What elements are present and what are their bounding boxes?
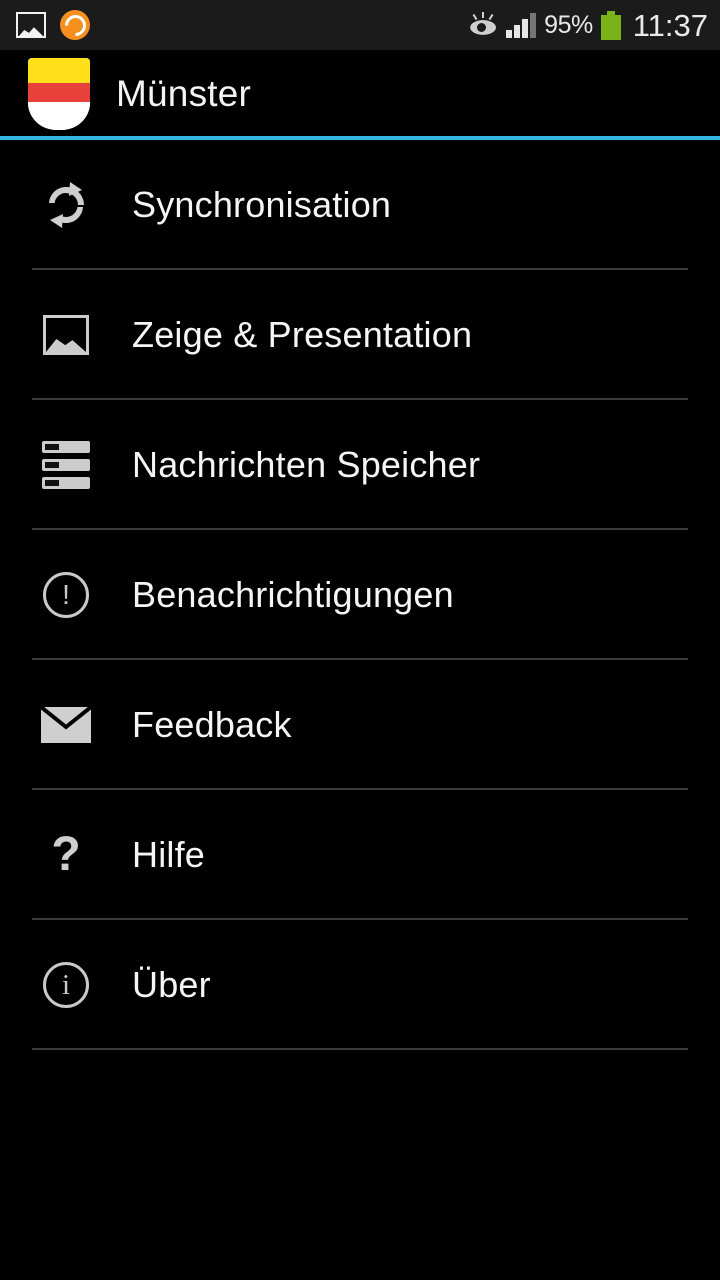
app-badge-icon [60, 10, 90, 40]
alert-circle-icon: ! [0, 530, 132, 660]
menu-item-ueber[interactable]: i Über [0, 920, 720, 1050]
page-title: Münster [116, 72, 252, 114]
info-circle-icon: i [0, 920, 132, 1050]
menu-item-label: Zeige & Presentation [132, 314, 473, 355]
status-bar: 95% 11:37 [0, 0, 720, 50]
mail-icon [0, 660, 132, 790]
image-icon [0, 270, 132, 400]
battery-full-icon [600, 10, 621, 40]
settings-menu-list: Synchronisation Zeige & Presentation Nac… [0, 140, 720, 1050]
mail-icon-glyph [40, 706, 92, 743]
menu-item-nachrichten-speicher[interactable]: Nachrichten Speicher [0, 400, 720, 530]
storage-icon [0, 400, 132, 530]
battery-percent-label: 95% [544, 10, 593, 39]
menu-item-feedback[interactable]: Feedback [0, 660, 720, 790]
menu-item-label: Hilfe [132, 834, 206, 875]
status-bar-clock: 11:37 [632, 7, 708, 43]
menu-item-zeige-presentation[interactable]: Zeige & Presentation [0, 270, 720, 400]
menu-item-label: Über [132, 964, 211, 1005]
sync-icon-glyph [49, 182, 84, 228]
menu-item-synchronisation[interactable]: Synchronisation [0, 140, 720, 270]
menu-item-label: Nachrichten Speicher [132, 444, 481, 485]
signal-bars-icon [506, 12, 537, 38]
menu-item-label: Synchronisation [132, 184, 392, 225]
status-bar-right: 95% 11:37 [468, 10, 708, 41]
muenster-coat-of-arms-icon [28, 57, 90, 130]
menu-item-benachrichtigungen[interactable]: ! Benachrichtigungen [0, 530, 720, 660]
menu-item-label: Benachrichtigungen [132, 574, 454, 615]
status-bar-left [16, 10, 90, 40]
sync-icon [0, 140, 132, 270]
menu-item-hilfe[interactable]: ? Hilfe [0, 790, 720, 920]
empty-content-area [0, 1050, 720, 1280]
question-mark-icon: ? [51, 828, 81, 881]
menu-item-label: Feedback [132, 704, 292, 745]
app-screen: 95% 11:37 Münster Synchronisation Zeige … [0, 0, 720, 1280]
photo-icon [16, 12, 46, 38]
app-header[interactable]: Münster [0, 50, 720, 137]
smart-stay-eye-icon [468, 12, 498, 38]
